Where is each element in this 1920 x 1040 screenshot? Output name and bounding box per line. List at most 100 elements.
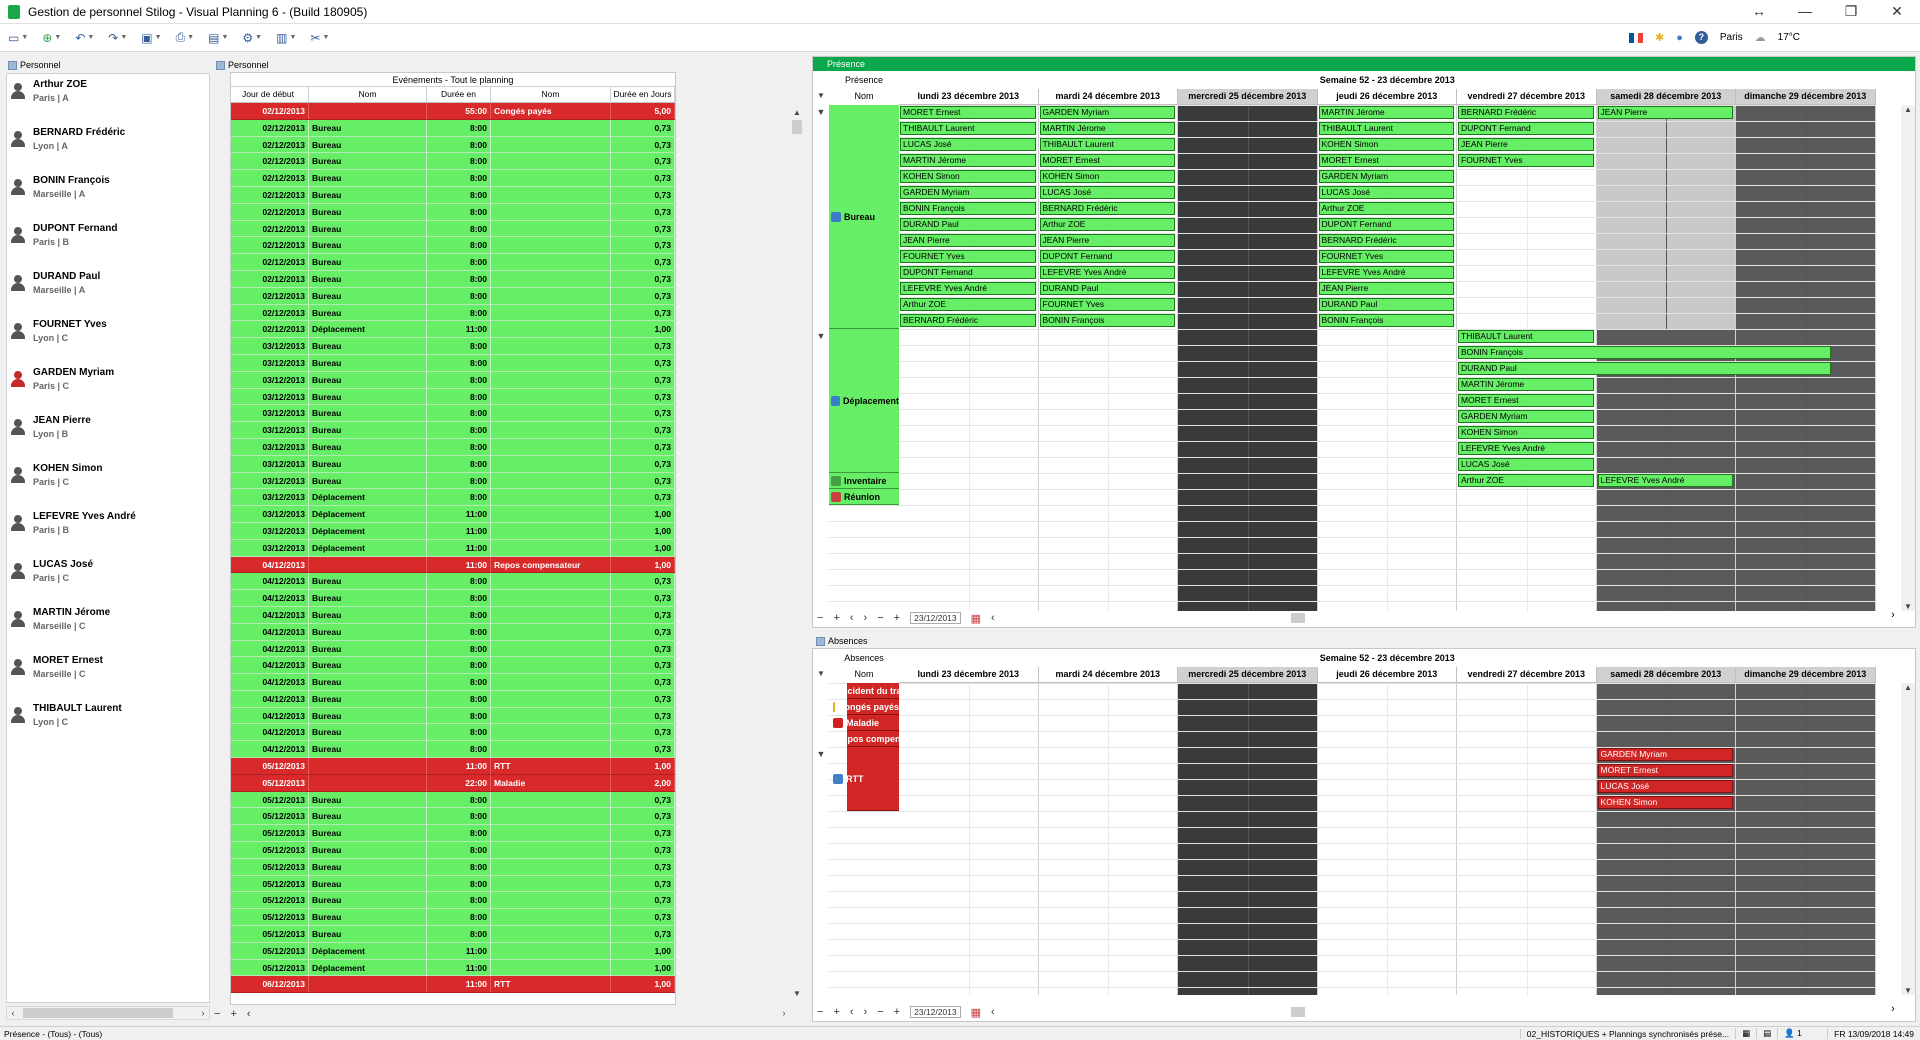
table-row[interactable]: 03/12/2013 Bureau 8:00 0,73 [231, 371, 675, 389]
category-label[interactable]: Déplacement [829, 394, 899, 408]
event-slot[interactable]: JEAN Pierre [900, 234, 1036, 247]
col-header-duration[interactable]: Durée en [427, 87, 491, 102]
event-slot[interactable]: BERNARD Frédéric [1318, 234, 1454, 247]
event-slot[interactable]: DURAND Paul [1458, 362, 1831, 375]
table-row[interactable]: 04/12/2013 11:00 Repos compensateur 1,00 [231, 556, 675, 574]
table-row[interactable]: 05/12/2013 Bureau 8:00 0,73 [231, 909, 675, 927]
table-row[interactable]: 05/12/2013 Déplacement 11:00 1,00 [231, 942, 675, 960]
events-vscrollbar[interactable]: ▲ ▼ [790, 108, 804, 998]
table-row[interactable]: 02/12/2013 Bureau 8:00 0,73 [231, 287, 675, 305]
person-item[interactable]: MARTIN Jérome Marseille | C [7, 602, 209, 650]
table-row[interactable]: 05/12/2013 11:00 RTT 1,00 [231, 758, 675, 775]
next-button[interactable]: › [864, 612, 868, 624]
day-header[interactable]: vendredi 27 décembre 2013 [1457, 89, 1597, 105]
table-row[interactable]: 03/12/2013 Bureau 8:00 0,73 [231, 472, 675, 490]
filter-icon[interactable]: ▼ [815, 669, 827, 678]
table-row[interactable]: 04/12/2013 Bureau 8:00 0,73 [231, 640, 675, 658]
table-row[interactable]: 05/12/2013 Bureau 8:00 0,73 [231, 892, 675, 910]
sync-status[interactable]: 02_HISTORIQUES + Plannings synchronisés … [1519, 1028, 1735, 1039]
table-row[interactable]: 04/12/2013 Bureau 8:00 0,73 [231, 590, 675, 607]
event-slot[interactable]: JEAN Pierre [1458, 138, 1594, 151]
event-slot[interactable]: DURAND Paul [1318, 298, 1454, 311]
event-slot[interactable]: GARDEN Myriam [1039, 106, 1175, 119]
event-slot[interactable]: DUPONT Fernand [1458, 122, 1594, 135]
table-row[interactable]: 02/12/2013 Déplacement 11:00 1,00 [231, 321, 675, 339]
event-slot[interactable]: LEFEVRE Yves André [1039, 266, 1175, 279]
table-row[interactable]: 02/12/2013 Bureau 8:00 0,73 [231, 203, 675, 221]
person-item[interactable]: FOURNET Yves Lyon | C [7, 314, 209, 362]
day-header[interactable]: samedi 28 décembre 2013 [1596, 667, 1736, 683]
print-button[interactable]: ⎙ ▼ [176, 30, 195, 45]
table-row[interactable]: 04/12/2013 Bureau 8:00 0,73 [231, 707, 675, 725]
person-item[interactable]: LEFEVRE Yves André Paris | B [7, 506, 209, 554]
date-input[interactable]: 23/12/2013 [910, 612, 961, 624]
events-hscrollbar[interactable]: › [250, 1006, 790, 1020]
event-slot[interactable]: LEFEVRE Yves André [1458, 442, 1594, 455]
table-row[interactable]: 05/12/2013 Déplacement 11:00 1,00 [231, 959, 675, 977]
event-slot[interactable]: THIBAULT Laurent [1318, 122, 1454, 135]
person-item[interactable]: BERNARD Frédéric Lyon | A [7, 122, 209, 170]
event-slot[interactable]: LEFEVRE Yves André [1597, 474, 1733, 487]
zoom-out-button[interactable]: − [877, 612, 883, 624]
calendar-icon[interactable]: ▦ [971, 612, 981, 625]
day-header[interactable]: lundi 23 décembre 2013 [899, 667, 1039, 683]
calendar-icon[interactable]: ▤ [1756, 1028, 1777, 1039]
category-label[interactable]: Congés payés [831, 700, 899, 714]
person-item[interactable]: DUPONT Fernand Paris | B [7, 218, 209, 266]
event-slot[interactable]: GARDEN Myriam [900, 186, 1036, 199]
table-row[interactable]: 04/12/2013 Bureau 8:00 0,73 [231, 724, 675, 742]
day-header[interactable]: lundi 23 décembre 2013 [899, 89, 1039, 105]
date-input[interactable]: 23/12/2013 [910, 1006, 961, 1018]
french-flag-icon[interactable] [1628, 32, 1643, 43]
zoom-out-button[interactable]: − [877, 1006, 883, 1018]
table-row[interactable]: 05/12/2013 Bureau 8:00 0,73 [231, 808, 675, 826]
day-header[interactable]: samedi 28 décembre 2013 [1596, 89, 1736, 105]
event-slot[interactable]: LUCAS José [1318, 186, 1454, 199]
day-header[interactable]: mercredi 25 décembre 2013 [1178, 667, 1318, 683]
absences-vscrollbar[interactable]: ▲ ▼ [1901, 683, 1915, 995]
day-header[interactable]: dimanche 29 décembre 2013 [1736, 667, 1876, 683]
category-label[interactable]: Repos compen [831, 732, 899, 746]
undo-button[interactable]: ↶ ▼ [75, 31, 94, 45]
day-header[interactable]: jeudi 26 décembre 2013 [1317, 89, 1457, 105]
event-slot[interactable]: BERNARD Frédéric [900, 314, 1036, 327]
scroll-right-button[interactable]: › [1887, 609, 1899, 621]
delete-button[interactable]: ▤ ▼ [208, 31, 228, 45]
day-header[interactable]: mardi 24 décembre 2013 [1038, 89, 1178, 105]
add-button[interactable]: ⊕ ▼ [42, 31, 61, 45]
event-slot[interactable]: MORET Ernest [900, 106, 1036, 119]
person-item[interactable]: GARDEN Myriam Paris | C [7, 362, 209, 410]
close-button[interactable]: ✕ [1874, 3, 1920, 20]
minus-button[interactable]: − [817, 1006, 823, 1018]
event-slot[interactable]: LEFEVRE Yves André [1318, 266, 1454, 279]
event-slot[interactable]: MARTIN Jérome [1458, 378, 1594, 391]
table-row[interactable]: 02/12/2013 Bureau 8:00 0,73 [231, 136, 675, 154]
table-row[interactable]: 03/12/2013 Bureau 8:00 0,73 [231, 354, 675, 372]
person-item[interactable]: Arthur ZOE Paris | A [7, 74, 209, 122]
category-label[interactable]: RTT [831, 772, 899, 786]
collapse-arrow[interactable]: ▼ [815, 107, 827, 117]
presence-hscroll-thumb[interactable] [1291, 613, 1305, 623]
table-row[interactable]: 03/12/2013 Bureau 8:00 0,73 [231, 422, 675, 439]
next-button[interactable]: › [864, 1006, 868, 1018]
table-row[interactable]: 05/12/2013 Bureau 8:00 0,73 [231, 825, 675, 843]
table-row[interactable]: 02/12/2013 Bureau 8:00 0,73 [231, 153, 675, 171]
event-slot[interactable]: LUCAS José [1039, 186, 1175, 199]
minimize-button[interactable]: — [1782, 3, 1828, 20]
table-row[interactable]: 04/12/2013 Bureau 8:00 0,73 [231, 606, 675, 624]
table-row[interactable]: 02/12/2013 Bureau 8:00 0,73 [231, 270, 675, 288]
table-row[interactable]: 02/12/2013 Bureau 8:00 0,73 [231, 186, 675, 204]
col-header-name2[interactable]: Nom [491, 87, 611, 102]
day-header[interactable]: mercredi 25 décembre 2013 [1178, 89, 1318, 105]
person-item[interactable]: MORET Ernest Marseille | C [7, 650, 209, 698]
event-slot[interactable]: GARDEN Myriam [1597, 748, 1733, 761]
minus-button[interactable]: − [214, 1008, 220, 1020]
table-row[interactable]: 03/12/2013 Bureau 8:00 0,73 [231, 455, 675, 473]
event-slot[interactable]: LUCAS José [900, 138, 1036, 151]
table-row[interactable]: 03/12/2013 Bureau 8:00 0,73 [231, 388, 675, 406]
event-slot[interactable]: MARTIN Jérome [1039, 122, 1175, 135]
lightbulb-icon[interactable]: ✱ [1655, 31, 1664, 44]
chat-icon[interactable]: ● [1676, 32, 1683, 44]
grid-icon[interactable]: ▦ [1735, 1028, 1756, 1039]
event-slot[interactable]: Arthur ZOE [1318, 202, 1454, 215]
